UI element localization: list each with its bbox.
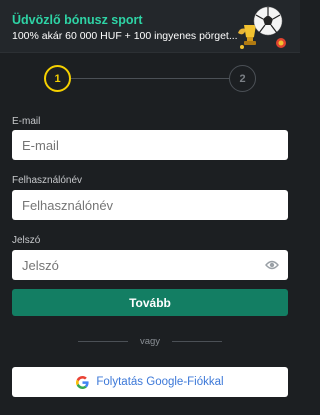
email-field[interactable] — [12, 130, 288, 160]
registration-stepper: 1 2 — [44, 65, 256, 93]
step-1-indicator: 1 — [44, 65, 71, 92]
divider-line-right — [172, 341, 222, 342]
eye-icon[interactable] — [265, 259, 279, 271]
password-field[interactable] — [12, 250, 288, 280]
promo-banner[interactable]: Üdvözlő bónusz sport 100% akár 60 000 HU… — [0, 0, 300, 53]
email-label: E-mail — [12, 116, 41, 127]
divider-text: vagy — [139, 336, 161, 347]
username-field[interactable] — [12, 190, 288, 220]
stepper-line — [71, 78, 229, 79]
google-login-label: Folytatás Google-Fiókkal — [96, 376, 224, 388]
banner-subtitle: 100% akár 60 000 HUF + 100 ingyenes pörg… — [12, 30, 238, 42]
banner-title: Üdvözlő bónusz sport — [12, 13, 143, 27]
google-icon — [76, 375, 89, 389]
trophy-ball-icon — [238, 6, 286, 49]
google-login-button[interactable]: Folytatás Google-Fiókkal — [12, 367, 288, 397]
username-label: Felhasználónév — [12, 175, 83, 186]
continue-button[interactable]: Tovább — [12, 289, 288, 316]
password-wrapper — [0, 250, 300, 280]
password-label: Jelszó — [12, 235, 41, 246]
step-2-indicator: 2 — [229, 65, 256, 92]
